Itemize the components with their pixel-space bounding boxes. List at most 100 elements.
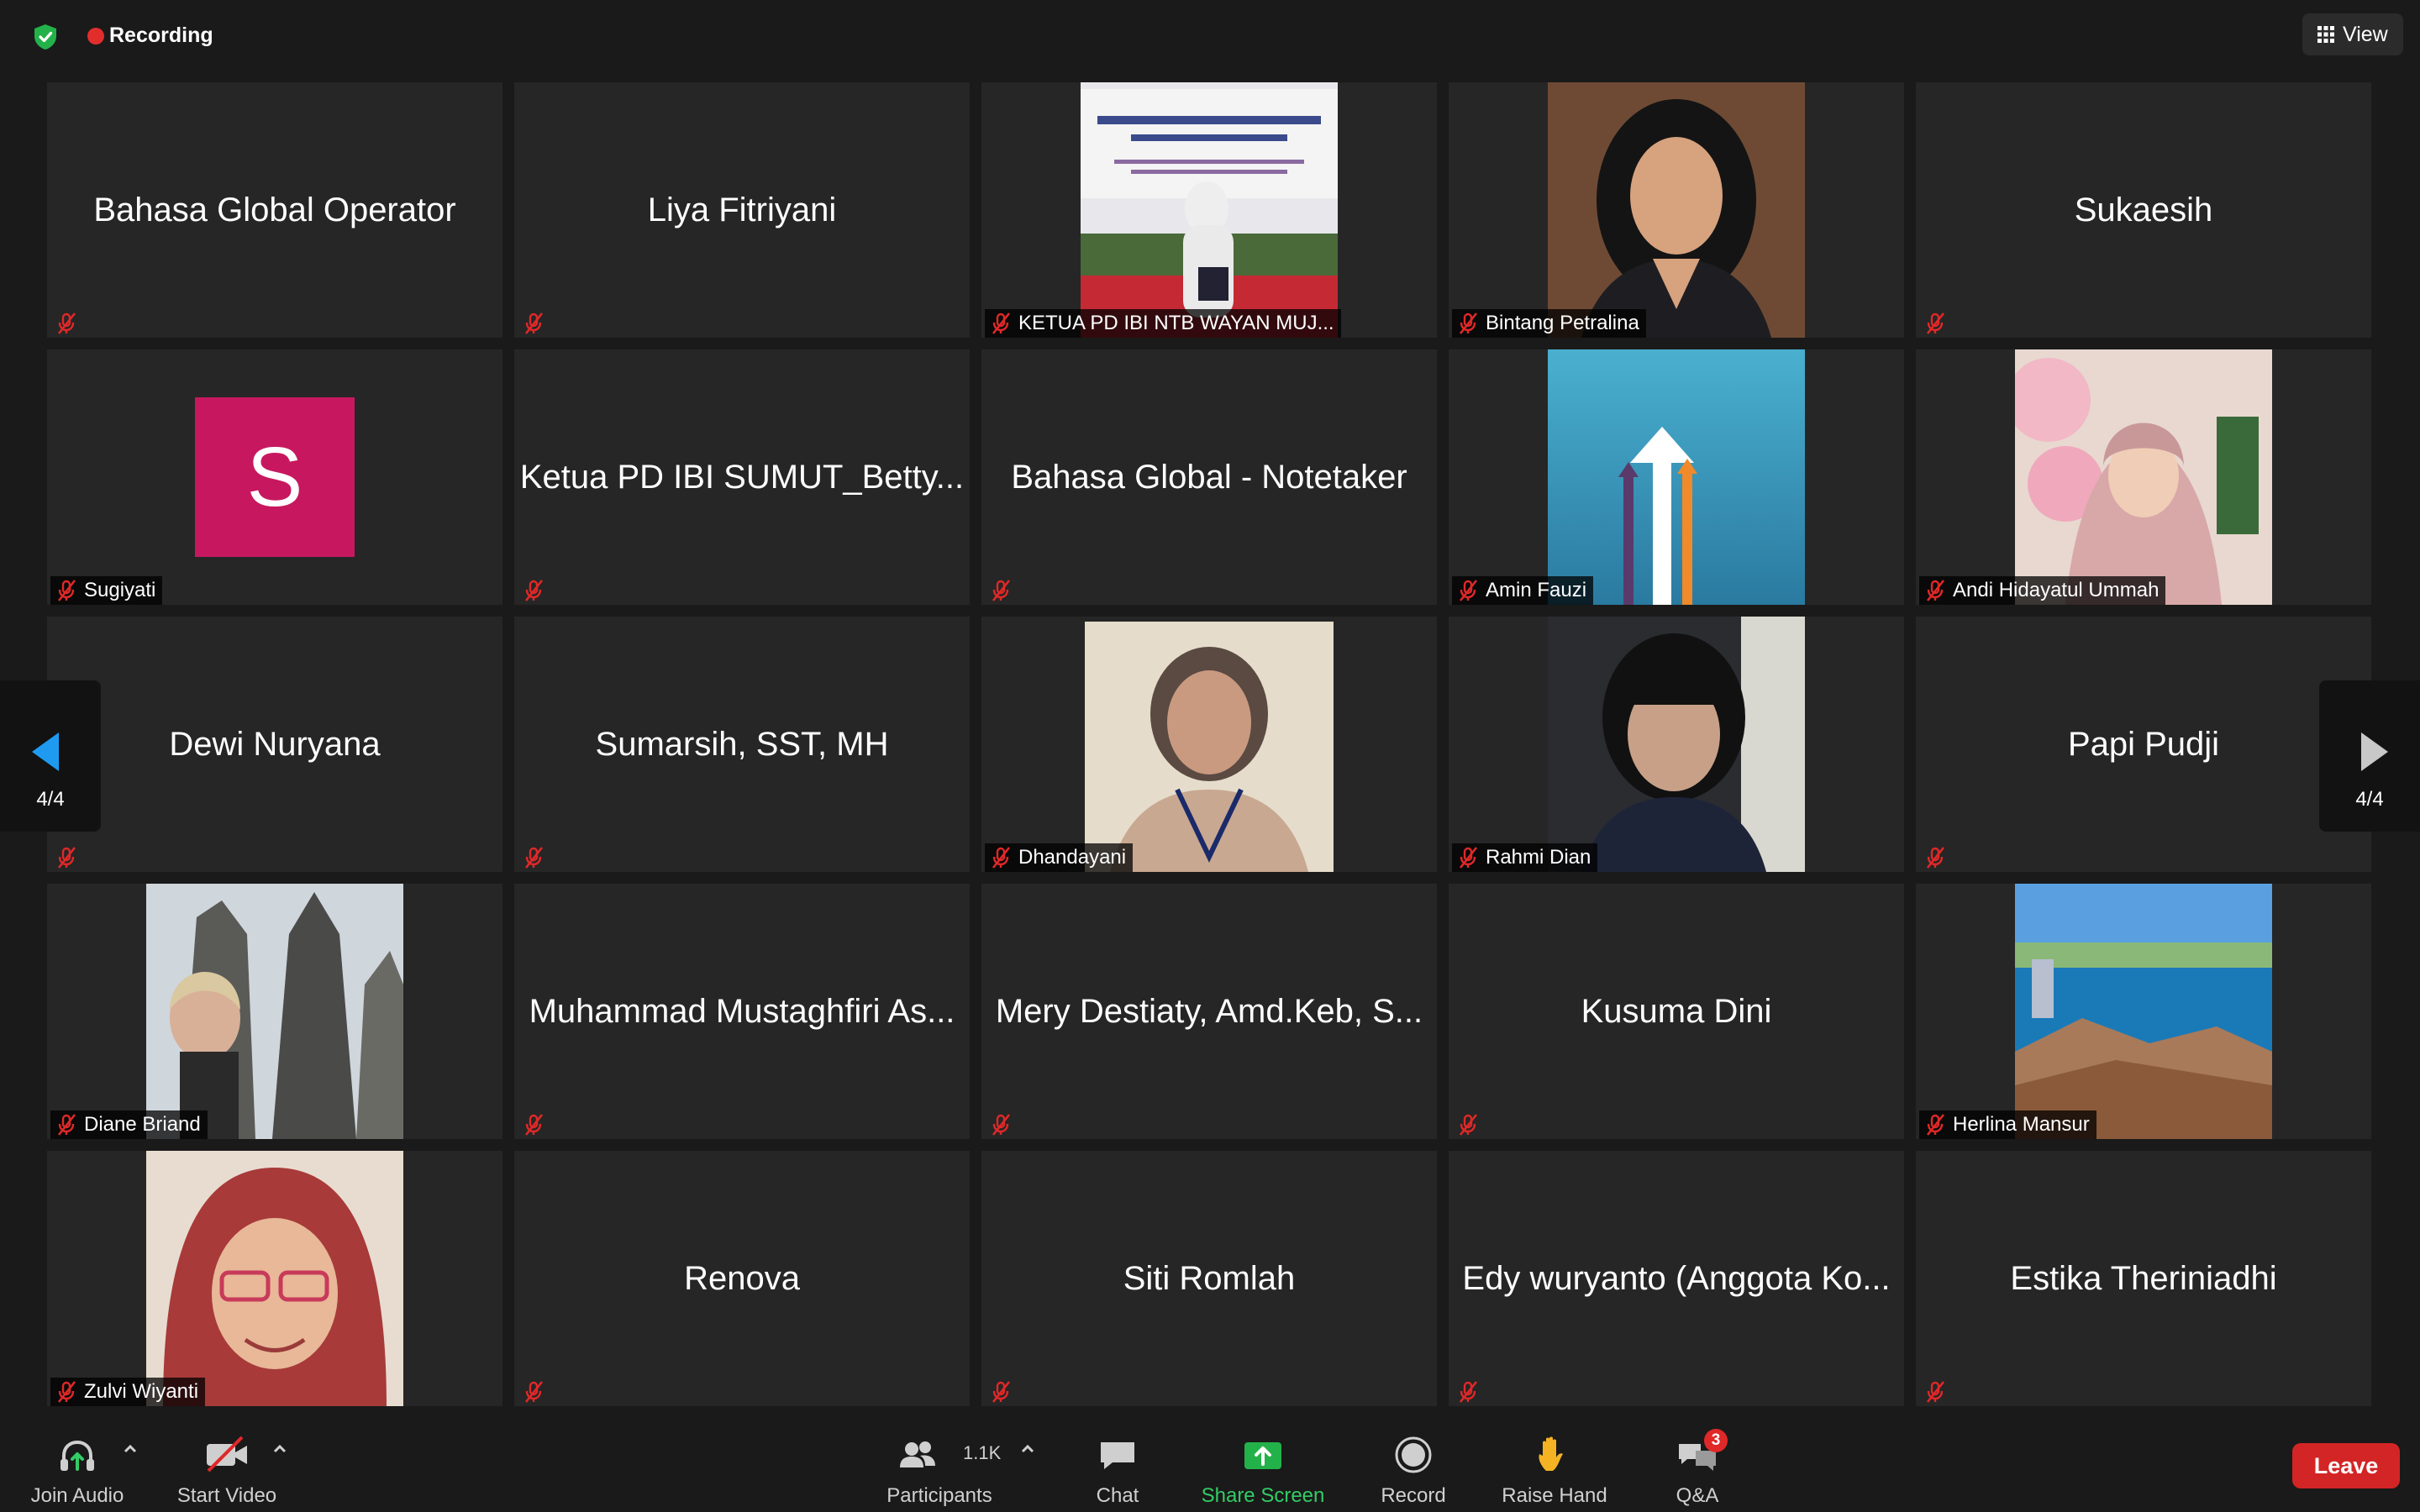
participant-tile[interactable]: Muhammad Mustaghfiri As... — [514, 884, 970, 1139]
participant-video-photo — [1081, 82, 1338, 338]
participant-tile[interactable]: Bahasa Global Operator — [47, 82, 502, 338]
raise-hand-button[interactable]: Raise Hand — [1496, 1422, 1613, 1512]
arrow-right-icon — [2361, 732, 2388, 771]
participant-tile[interactable]: KETUA PD IBI NTB WAYAN MUJ... — [981, 82, 1437, 338]
meeting-top-bar: Recording View — [0, 0, 2420, 76]
mic-muted-icon — [988, 578, 1013, 603]
mic-muted-icon — [1455, 578, 1481, 603]
mic-muted-icon — [988, 311, 1013, 336]
chat-bubble-icon — [1101, 1442, 1134, 1469]
mic-muted-icon — [1923, 1379, 1948, 1404]
participant-tile[interactable]: Zulvi Wiyanti — [47, 1151, 502, 1406]
participant-tile[interactable]: Mery Destiaty, Amd.Keb, S... — [981, 884, 1437, 1139]
chat-label: Chat — [1096, 1484, 1139, 1507]
participants-count: 1.1K — [963, 1442, 1002, 1463]
participant-name: Siti Romlah — [1123, 1259, 1296, 1297]
participant-tile[interactable]: Sumarsih, SST, MH — [514, 617, 970, 872]
participant-tile[interactable]: Bintang Petralina — [1449, 82, 1904, 338]
participant-name: Sukaesih — [2074, 191, 2213, 228]
participants-icon — [900, 1441, 935, 1467]
participant-tile[interactable]: Edy wuryanto (Anggota Ko... — [1449, 1151, 1904, 1406]
mic-muted-icon — [521, 1379, 546, 1404]
participant-name: KETUA PD IBI NTB WAYAN MUJ... — [1018, 312, 1334, 334]
mic-muted-icon — [521, 1112, 546, 1137]
video-options-chevron-up-icon[interactable] — [271, 1441, 289, 1457]
mic-muted-icon — [54, 845, 79, 870]
participant-tile[interactable]: Papi Pudji — [1916, 617, 2371, 872]
participant-name: Ketua PD IBI SUMUT_Betty... — [519, 458, 965, 496]
start-video-button[interactable]: Start Video — [171, 1422, 282, 1512]
record-label: Record — [1381, 1484, 1446, 1507]
record-icon — [1395, 1436, 1432, 1473]
mic-muted-icon — [988, 1112, 1013, 1137]
participant-tile[interactable]: Herlina Mansur — [1916, 884, 2371, 1139]
mic-muted-icon — [1923, 578, 1948, 603]
participant-name: Mery Destiaty, Amd.Keb, S... — [995, 992, 1423, 1030]
participant-name: Sumarsih, SST, MH — [595, 725, 889, 763]
participant-name: Liya Fitriyani — [647, 191, 837, 228]
participant-tile[interactable]: Sukaesih — [1916, 82, 2371, 338]
participant-name: Edy wuryanto (Anggota Ko... — [1462, 1259, 1891, 1297]
next-page-button[interactable]: 4/4 — [2319, 680, 2420, 832]
participant-name: Diane Briand — [84, 1113, 201, 1136]
meeting-toolbar: Join Audio Start Video Participants 1.1K… — [0, 1422, 2420, 1512]
participant-name: Muhammad Mustaghfiri As... — [529, 992, 955, 1030]
participant-video-photo — [146, 1151, 403, 1406]
participant-name: Andi Hidayatul Ummah — [1953, 579, 2160, 601]
grid-view-icon — [2317, 26, 2334, 43]
chat-button[interactable]: Chat — [1084, 1422, 1151, 1512]
participant-name: Estika Theriniadhi — [2010, 1259, 2277, 1297]
participant-tile[interactable]: Estika Theriniadhi — [1916, 1151, 2371, 1406]
page-indicator: 4/4 — [36, 788, 65, 811]
previous-page-button[interactable]: 4/4 — [0, 680, 101, 832]
share-screen-icon — [1244, 1442, 1281, 1469]
participants-options-chevron-up-icon[interactable] — [1018, 1441, 1037, 1457]
recording-dot-icon — [87, 28, 104, 45]
mic-muted-icon — [1455, 1112, 1481, 1137]
audio-options-chevron-up-icon[interactable] — [121, 1441, 139, 1457]
mic-muted-icon — [521, 311, 546, 336]
security-shield-icon[interactable] — [30, 22, 60, 52]
participant-tile[interactable]: Andi Hidayatul Ummah — [1916, 349, 2371, 605]
participant-tile[interactable]: Renova — [514, 1151, 970, 1406]
participant-video-photo — [2015, 349, 2272, 605]
participant-tile[interactable]: Diane Briand — [47, 884, 502, 1139]
participant-tile[interactable]: Bahasa Global - Notetaker — [981, 349, 1437, 605]
participant-name: Renova — [684, 1259, 800, 1297]
leave-button[interactable]: Leave — [2292, 1443, 2400, 1488]
participant-tile[interactable]: S Sugiyati — [47, 349, 502, 605]
participant-tile[interactable]: Siti Romlah — [981, 1151, 1437, 1406]
participant-tile[interactable]: Ketua PD IBI SUMUT_Betty... — [514, 349, 970, 605]
participant-name: Bintang Petralina — [1486, 312, 1639, 334]
mic-muted-icon — [1923, 1112, 1948, 1137]
page-indicator: 4/4 — [2355, 788, 2384, 811]
participant-tile[interactable]: Rahmi Dian — [1449, 617, 1904, 872]
participant-tile[interactable]: Liya Fitriyani — [514, 82, 970, 338]
mic-muted-icon — [521, 845, 546, 870]
participant-tile[interactable]: Dhandayani — [981, 617, 1437, 872]
participant-name: Bahasa Global - Notetaker — [1011, 458, 1407, 496]
join-audio-button[interactable]: Join Audio — [25, 1422, 129, 1512]
participant-video-photo — [1548, 82, 1805, 338]
participant-video-photo — [1548, 349, 1805, 605]
participant-tile[interactable]: Dewi Nuryana — [47, 617, 502, 872]
share-screen-button[interactable]: Share Screen — [1193, 1422, 1333, 1512]
participant-name: Herlina Mansur — [1953, 1113, 2090, 1136]
participant-video-photo — [1085, 622, 1334, 872]
participant-name: Papi Pudji — [2067, 725, 2220, 763]
participant-video-photo — [146, 884, 403, 1139]
record-button[interactable]: Record — [1375, 1422, 1452, 1512]
headphones-icon — [60, 1440, 94, 1471]
qa-label: Q&A — [1676, 1484, 1719, 1507]
mic-muted-icon — [54, 311, 79, 336]
mic-muted-icon — [988, 1379, 1013, 1404]
participant-tile[interactable]: Kusuma Dini — [1449, 884, 1904, 1139]
participant-name: Bahasa Global Operator — [93, 191, 456, 228]
participant-tile[interactable]: Amin Fauzi — [1449, 349, 1904, 605]
participant-name: Sugiyati — [84, 579, 156, 601]
raise-hand-icon — [1539, 1436, 1563, 1471]
mic-muted-icon — [521, 578, 546, 603]
participants-button[interactable]: Participants — [874, 1422, 1005, 1512]
participant-name: Kusuma Dini — [1581, 992, 1772, 1030]
view-button[interactable]: View — [2302, 13, 2403, 55]
